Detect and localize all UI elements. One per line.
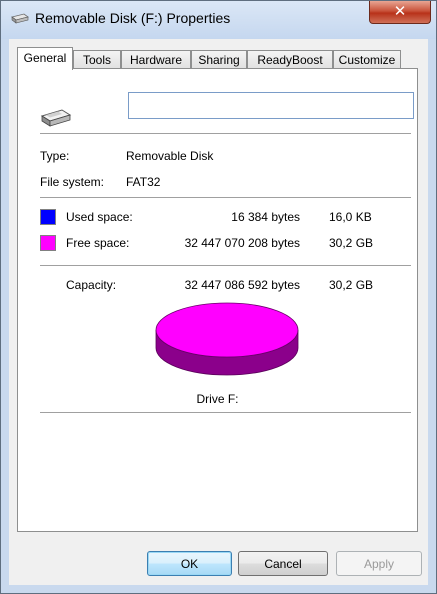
free-space-swatch: [40, 235, 56, 251]
window-title: Removable Disk (F:) Properties: [35, 10, 231, 26]
apply-button[interactable]: Apply: [336, 551, 422, 576]
cancel-button[interactable]: Cancel: [238, 551, 328, 576]
removable-drive-icon: [11, 13, 29, 24]
drive-letter-label: Drive F:: [196, 392, 239, 406]
used-space-bytes: 16 384 bytes: [231, 210, 300, 224]
file-system-label: File system:: [40, 175, 105, 189]
free-space-bytes: 32 447 070 208 bytes: [184, 236, 300, 250]
title-bar[interactable]: Removable Disk (F:) Properties ✕: [1, 1, 436, 39]
tab-hardware[interactable]: Hardware: [121, 50, 191, 69]
separator: [40, 197, 411, 198]
close-button[interactable]: ✕: [369, 1, 431, 24]
properties-window: Removable Disk (F:) Properties ✕ General…: [0, 0, 437, 594]
type-label: Type:: [40, 149, 70, 163]
close-icon: ✕: [393, 3, 407, 20]
capacity-size: 30,2 GB: [329, 278, 374, 292]
tab-general[interactable]: General: [17, 47, 73, 70]
separator: [40, 265, 411, 266]
tab-readyboost[interactable]: ReadyBoost: [247, 50, 333, 69]
free-space-label: Free space:: [66, 236, 130, 250]
tab-tools[interactable]: Tools: [73, 50, 121, 69]
tab-sharing[interactable]: Sharing: [191, 50, 247, 69]
removable-drive-icon: [40, 109, 72, 127]
used-space-label: Used space:: [66, 210, 133, 224]
used-space-swatch: [40, 209, 56, 225]
separator: [40, 412, 411, 413]
capacity-bytes: 32 447 086 592 bytes: [184, 278, 300, 292]
disk-usage-pie-chart: [155, 302, 299, 376]
separator: [40, 133, 411, 134]
general-tab-panel: Type: Removable Disk File system: FAT32 …: [17, 68, 418, 532]
used-space-size: 16,0 KB: [329, 210, 372, 224]
free-space-size: 30,2 GB: [329, 236, 374, 250]
drive-name-input[interactable]: [128, 92, 414, 119]
capacity-label: Capacity:: [66, 278, 117, 292]
pie-free-slice: [155, 302, 299, 358]
type-value: Removable Disk: [126, 149, 214, 163]
tab-customize[interactable]: Customize: [333, 50, 401, 69]
file-system-value: FAT32: [126, 175, 161, 189]
ok-button[interactable]: OK: [147, 551, 232, 576]
dialog-body: General Tools Hardware Sharing ReadyBoos…: [9, 39, 428, 585]
